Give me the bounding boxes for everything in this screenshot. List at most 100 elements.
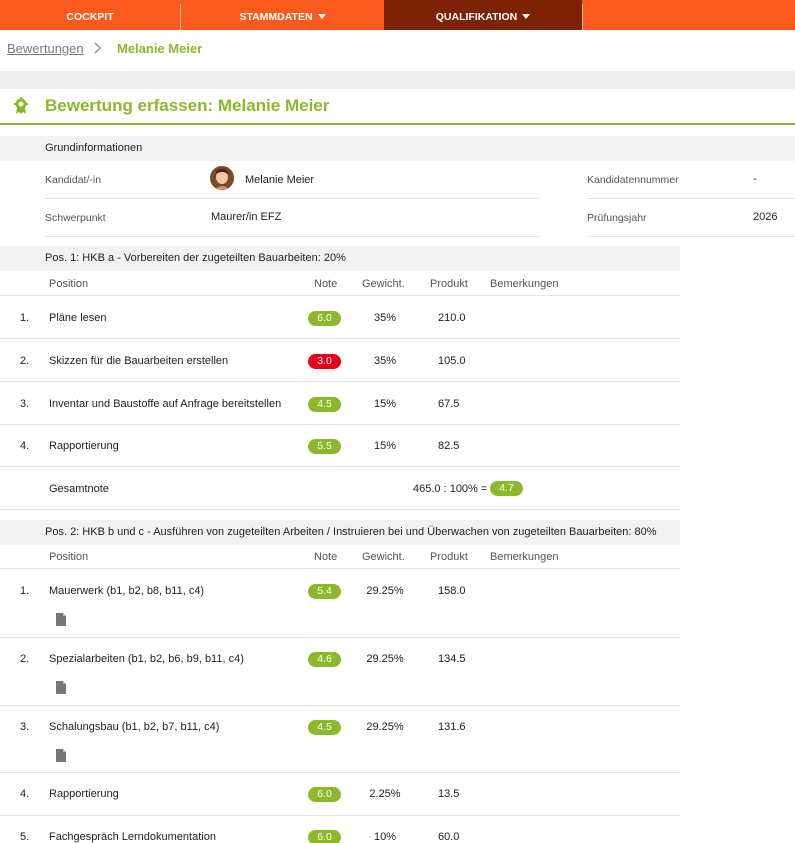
row-position: Spezialarbeiten (b1, b2, b6, b9, b11, c4… [49, 653, 244, 665]
caret-down-icon [317, 14, 326, 19]
breadcrumb: Bewertungen [7, 41, 84, 59]
row-position: Rapportierung [49, 440, 119, 452]
row-produkt: 210.0 [438, 312, 466, 324]
nav-cockpit-label: COCKPIT [66, 11, 114, 23]
row-number: 2. [20, 653, 30, 665]
note-badge: 5.4 [308, 584, 341, 599]
grundinformationen-header: Grundinformationen [0, 136, 795, 161]
row-number: 1. [20, 312, 30, 324]
row-gewicht: 10% [373, 831, 397, 843]
column-header-produkt: Produkt [430, 278, 468, 290]
row-position: Rapportierung [49, 788, 119, 800]
nav-stammdaten[interactable]: STAMMDATEN [181, 0, 384, 30]
row-number: 5. [20, 831, 30, 843]
nav-divider [582, 4, 583, 30]
divider [0, 815, 680, 816]
row-position: Fachgespräch Lerndokumentation [49, 831, 216, 843]
divider [0, 338, 680, 339]
row-number: 4. [20, 440, 30, 452]
divider [0, 509, 680, 510]
row-gewicht: 2.25% [369, 788, 401, 800]
nav-qualifikation-label: QUALIFIKATION [435, 11, 518, 23]
row-position: Skizzen für die Bauarbeiten erstellen [49, 355, 229, 367]
row-gewicht: 15% [373, 398, 397, 410]
row-produkt: 158.0 [438, 585, 466, 597]
nav-qualifikation[interactable]: QUALIFIKATION [384, 0, 582, 30]
gesamtnote-label: Gesamtnote [49, 483, 109, 495]
caret-down-icon [522, 14, 531, 19]
column-header-bemerkungen: Bemerkungen [490, 278, 559, 290]
row-number: 2. [20, 355, 30, 367]
top-navigation: COCKPIT STAMMDATEN QUALIFIKATION [0, 0, 795, 30]
row-gewicht: 35% [373, 355, 397, 367]
divider [45, 198, 540, 199]
column-header-position: Position [49, 551, 89, 563]
row-gewicht: 29.25% [366, 585, 404, 597]
pruefungsjahr-label: Prüfungsjahr [587, 212, 647, 224]
badge-award-icon [14, 97, 28, 114]
row-gewicht: 29.25% [366, 721, 404, 733]
column-header-produkt: Produkt [430, 551, 468, 563]
column-header-gewicht: Gewicht. [362, 551, 405, 563]
breadcrumb-bewertungen-link[interactable]: Bewertungen [7, 41, 84, 56]
document-icon[interactable] [56, 681, 66, 694]
note-badge: 4.5 [308, 720, 341, 735]
chevron-right-icon [94, 42, 102, 57]
column-header-position: Position [49, 278, 89, 290]
note-badge: 6.0 [308, 787, 341, 802]
divider [45, 236, 540, 237]
row-position: Pläne lesen [49, 312, 107, 324]
nav-cockpit[interactable]: COCKPIT [0, 0, 180, 30]
schwerpunkt-value: Maurer/in EFZ [211, 211, 282, 223]
divider [0, 381, 680, 382]
pos2-header: Pos. 2: HKB b und c - Ausführen von zuge… [0, 520, 680, 545]
gesamtnote-calc: 465.0 : 100% = [413, 483, 488, 495]
pruefungsjahr-value: 2026 [753, 211, 778, 223]
row-produkt: 82.5 [438, 440, 460, 452]
divider [0, 568, 680, 569]
note-badge: 6.0 [308, 830, 341, 843]
page-title: Bewertung erfassen: Melanie Meier [45, 96, 330, 115]
divider [0, 637, 680, 638]
divider [0, 705, 680, 706]
row-produkt: 67.5 [438, 398, 460, 410]
schwerpunkt-label: Schwerpunkt [45, 212, 106, 224]
column-header-gewicht: Gewicht. [362, 278, 405, 290]
row-number: 3. [20, 398, 30, 410]
breadcrumb-current: Melanie Meier [117, 41, 203, 56]
nav-stammdaten-label: STAMMDATEN [239, 11, 313, 23]
column-header-note: Note [314, 551, 338, 563]
grundinformationen-title: Grundinformationen [45, 142, 143, 154]
gesamtnote-badge: 4.7 [490, 481, 523, 496]
row-produkt: 134.5 [438, 653, 466, 665]
divider [587, 236, 795, 237]
row-position: Inventar und Baustoffe auf Anfrage berei… [49, 398, 282, 410]
row-position: Mauerwerk (b1, b2, b8, b11, c4) [49, 585, 205, 597]
kandidat-value: Melanie Meier [245, 174, 315, 186]
document-icon[interactable] [56, 613, 66, 626]
divider [0, 424, 680, 425]
divider [0, 466, 680, 467]
column-header-bemerkungen: Bemerkungen [490, 551, 559, 563]
toolbar-band [0, 71, 795, 89]
row-position: Schalungsbau (b1, b2, b7, b11, c4) [49, 721, 220, 733]
pos1-title: Pos. 1: HKB a - Vorbereiten der zugeteil… [45, 252, 346, 264]
divider [587, 198, 795, 199]
row-gewicht: 35% [373, 312, 397, 324]
note-badge: 5.5 [308, 439, 341, 454]
row-produkt: 13.5 [438, 788, 460, 800]
row-number: 4. [20, 788, 30, 800]
title-bar: Bewertung erfassen: Melanie Meier [0, 89, 795, 125]
pos1-header: Pos. 1: HKB a - Vorbereiten der zugeteil… [0, 246, 680, 271]
row-produkt: 131.6 [438, 721, 466, 733]
note-badge: 4.6 [308, 652, 341, 667]
divider [0, 772, 680, 773]
note-badge: 6.0 [308, 311, 341, 326]
row-number: 3. [20, 721, 30, 733]
kandidatennummer-label: Kandidatennummer [587, 174, 679, 186]
row-gewicht: 15% [373, 440, 397, 452]
document-icon[interactable] [56, 749, 66, 762]
row-number: 1. [20, 585, 30, 597]
divider [0, 295, 680, 296]
pos2-title: Pos. 2: HKB b und c - Ausführen von zuge… [45, 526, 657, 538]
